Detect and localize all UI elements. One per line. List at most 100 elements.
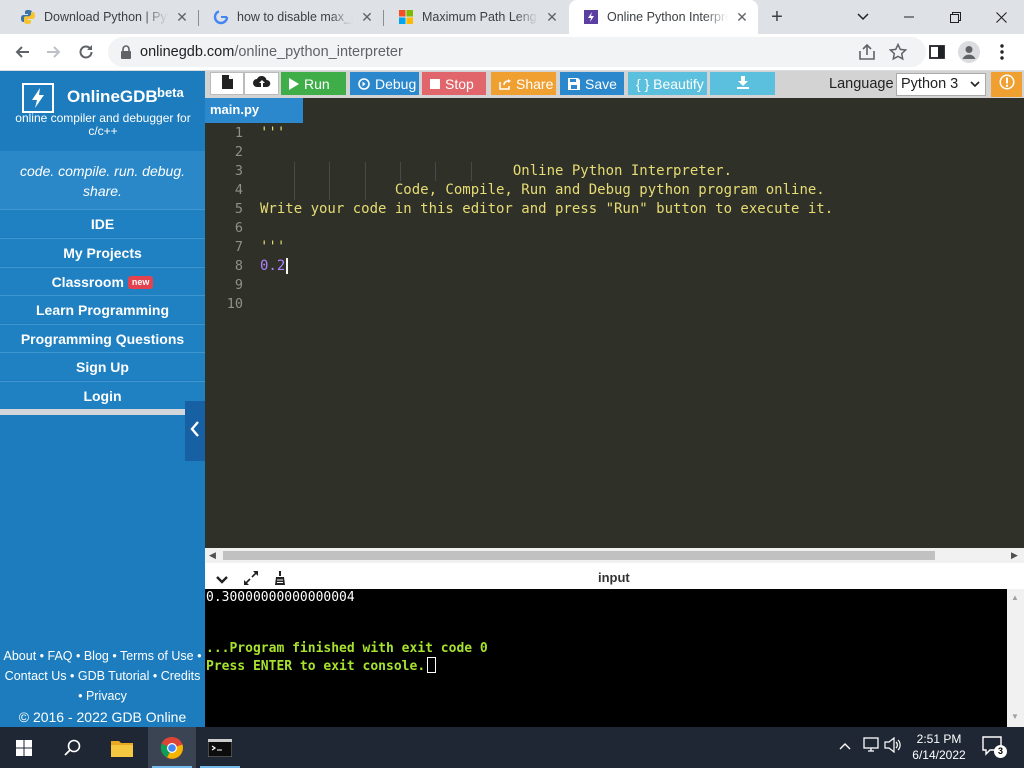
info-warning-button[interactable] <box>991 72 1022 97</box>
sidebar-item-learn-programming[interactable]: Learn Programming <box>0 295 205 323</box>
text-cursor <box>286 258 288 274</box>
close-icon[interactable]: ✕ <box>734 9 750 25</box>
line-number: 8 <box>234 258 243 274</box>
scroll-right-icon[interactable]: ▶ <box>1011 550 1018 561</box>
clear-console-icon[interactable] <box>273 570 289 591</box>
bookmark-star-icon[interactable] <box>888 42 908 66</box>
url-host: onlinegdb.com <box>140 44 235 60</box>
share-page-icon[interactable] <box>858 43 876 66</box>
language-label: Language <box>829 76 894 92</box>
save-label: Save <box>585 75 617 92</box>
share-label: Share <box>516 75 554 92</box>
footer-link-blog[interactable]: Blog <box>84 649 109 663</box>
lock-icon[interactable] <box>120 45 132 59</box>
floppy-save-icon <box>568 77 580 90</box>
sidebar-item-label: Learn Programming <box>35 302 170 318</box>
file-tab-bar: main.py <box>205 98 1024 123</box>
volume-icon[interactable] <box>884 736 902 756</box>
system-clock[interactable]: 2:51 PM 6/14/2022 <box>904 731 974 763</box>
run-button[interactable]: Run <box>281 72 346 95</box>
editor-horizontal-scrollbar[interactable]: ◀ ▶ <box>205 548 1024 563</box>
search-icon[interactable] <box>48 727 96 768</box>
sidebar-item-classroom[interactable]: Classroom new <box>0 267 205 295</box>
footer-link-faq[interactable]: FAQ <box>48 649 73 663</box>
notification-count-badge: 3 <box>994 745 1007 758</box>
footer-link-terms[interactable]: Terms of Use <box>120 649 194 663</box>
restore-icon[interactable] <box>932 0 978 34</box>
sidebar-item-label: Classroom <box>51 274 124 290</box>
collapse-sidebar-button[interactable] <box>185 401 205 461</box>
download-icon <box>736 75 749 92</box>
code-editor[interactable]: 1 2 3 4 5 6 7 8 9 10 ''' Online Python I… <box>205 123 1024 548</box>
address-bar[interactable]: onlinegdb.com/online_python_interpreter <box>108 37 926 67</box>
scroll-up-icon[interactable]: ▲ <box>1011 593 1019 602</box>
chrome-taskbar-icon[interactable] <box>148 727 196 768</box>
close-icon[interactable]: ✕ <box>174 9 190 25</box>
console-output[interactable]: 0.30000000000000004 ...Program finished … <box>205 589 1007 727</box>
file-icon <box>221 75 233 92</box>
sidebar-item-programming-questions[interactable]: Programming Questions <box>0 324 205 352</box>
footer-link-about[interactable]: About <box>4 649 37 663</box>
terminal-icon[interactable] <box>196 727 244 768</box>
footer-link-privacy[interactable]: Privacy <box>86 689 127 703</box>
new-tab-button[interactable]: + <box>764 4 790 30</box>
browser-tab-onlinegdb[interactable]: Online Python Interpre ✕ <box>569 0 758 34</box>
language-value: Python 3 <box>901 76 959 92</box>
file-tab-main-py[interactable]: main.py <box>205 98 303 123</box>
save-button[interactable]: Save <box>560 72 624 95</box>
sidebar-item-my-projects[interactable]: My Projects <box>0 238 205 266</box>
sidebar-item-label: IDE <box>90 216 115 232</box>
debug-button[interactable]: Debug <box>350 72 419 95</box>
line-number: 3 <box>234 163 243 179</box>
scroll-left-icon[interactable]: ◀ <box>209 550 216 561</box>
minimize-icon[interactable] <box>886 0 932 34</box>
tab-title: how to disable max_pa <box>237 10 353 24</box>
sidebar-item-sign-up[interactable]: Sign Up <box>0 352 205 380</box>
file-explorer-icon[interactable] <box>98 727 146 768</box>
console-finished-message: ...Program finished with exit code 0 <box>206 641 488 656</box>
brand-name: OnlineGDB <box>67 87 158 106</box>
console-vertical-scrollbar[interactable]: ▲ ▼ <box>1007 589 1024 727</box>
sidebar-divider <box>0 409 205 415</box>
share-icon <box>499 78 511 90</box>
chevron-down-icon[interactable] <box>215 572 229 590</box>
console-title: input <box>598 570 630 585</box>
reload-icon[interactable] <box>72 38 100 66</box>
back-icon[interactable] <box>8 38 36 66</box>
browser-tab-python-download[interactable]: Download Python | Pyt ✕ <box>6 0 198 34</box>
close-window-icon[interactable] <box>978 0 1024 34</box>
network-icon[interactable] <box>862 737 880 756</box>
console-output-value: 0.30000000000000004 <box>206 590 355 605</box>
footer-link-contact[interactable]: Contact Us <box>5 669 67 683</box>
expand-icon[interactable] <box>243 570 259 591</box>
footer-link-credits[interactable]: Credits <box>161 669 201 683</box>
browser-toolbar: onlinegdb.com/online_python_interpreter <box>0 34 1024 71</box>
new-file-button[interactable] <box>210 72 244 95</box>
brand-header[interactable]: OnlineGDB beta online compiler and debug… <box>0 71 205 146</box>
notifications-icon[interactable]: 3 <box>982 736 1007 759</box>
forward-icon[interactable] <box>40 38 68 66</box>
debug-label: Debug <box>375 75 417 92</box>
profile-avatar-icon[interactable] <box>955 38 983 66</box>
stop-button[interactable]: Stop <box>422 72 486 95</box>
sidebar-item-ide[interactable]: IDE <box>0 209 205 237</box>
beautify-button[interactable]: { } Beautify <box>628 72 707 95</box>
tab-search-icon[interactable] <box>840 0 886 34</box>
browser-tab-google-search[interactable]: how to disable max_pa ✕ <box>199 0 383 34</box>
close-icon[interactable]: ✕ <box>359 9 375 25</box>
sidebar-item-login[interactable]: Login <box>0 381 205 409</box>
scroll-down-icon[interactable]: ▼ <box>1011 712 1019 721</box>
console-press-enter: Press ENTER to exit console. <box>206 659 426 674</box>
browser-tab-max-path[interactable]: Maximum Path Length ✕ <box>384 0 568 34</box>
close-icon[interactable]: ✕ <box>544 9 560 25</box>
footer-link-gdb-tutorial[interactable]: GDB Tutorial <box>78 669 150 683</box>
share-button[interactable]: Share <box>491 72 556 95</box>
side-panel-icon[interactable] <box>923 38 951 66</box>
upload-file-button[interactable] <box>244 72 279 95</box>
scrollbar-thumb[interactable] <box>223 551 935 560</box>
download-button[interactable] <box>710 72 775 95</box>
language-select[interactable]: Python 3 <box>896 73 986 96</box>
windows-start-icon[interactable] <box>0 727 48 768</box>
more-menu-icon[interactable] <box>988 38 1016 66</box>
chevron-up-icon[interactable] <box>838 737 852 754</box>
